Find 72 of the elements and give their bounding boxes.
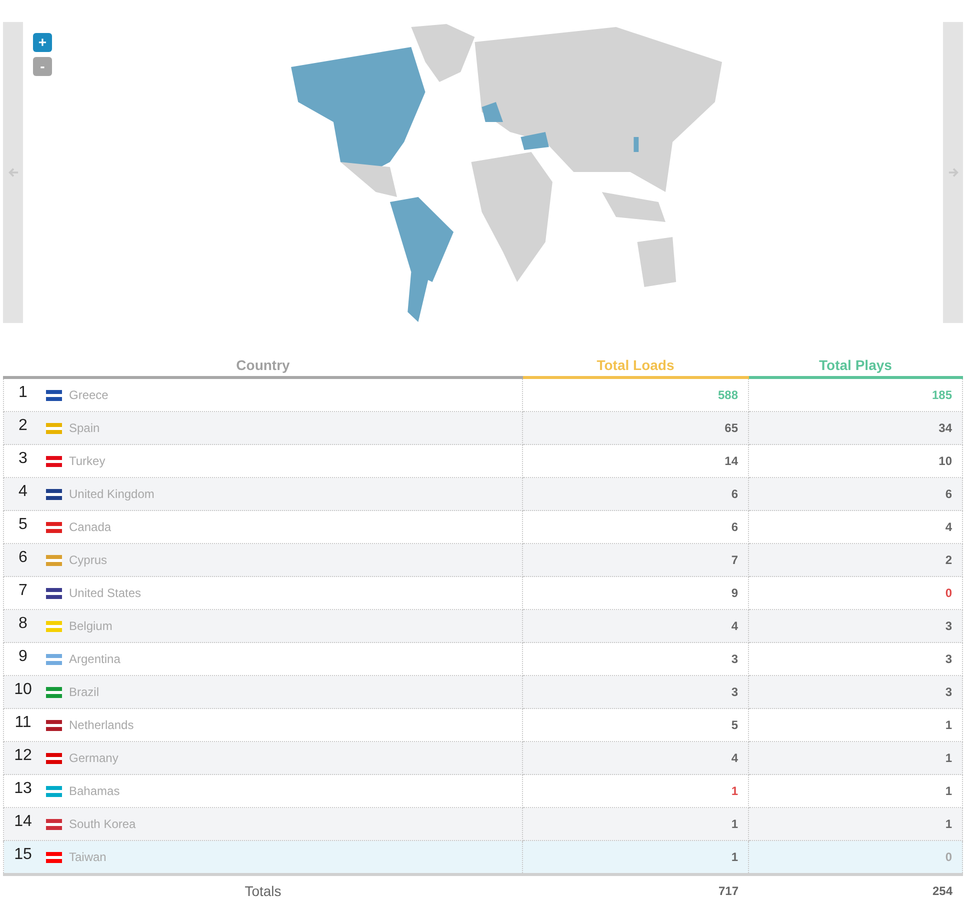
zoom-out-button[interactable]: - bbox=[33, 57, 52, 76]
loads-total: 717 bbox=[718, 884, 738, 898]
rank-number: 7 bbox=[18, 582, 28, 600]
plays-value: 185 bbox=[932, 388, 952, 402]
loads-value: 1 bbox=[731, 850, 738, 864]
plays-value: 6 bbox=[945, 487, 952, 501]
loads-value: 65 bbox=[724, 421, 738, 435]
loads-value: 6 bbox=[731, 487, 738, 501]
rank-number: 8 bbox=[18, 615, 28, 633]
plays-value: 0 bbox=[945, 850, 952, 864]
country-name: South Korea bbox=[69, 817, 136, 831]
country-name: Bahamas bbox=[69, 784, 120, 798]
plays-value: 2 bbox=[945, 553, 952, 567]
rank-number: 14 bbox=[13, 813, 33, 831]
plays-value: 4 bbox=[945, 520, 952, 534]
rank-number: 11 bbox=[14, 714, 32, 732]
column-header[interactable]: Total Loads bbox=[522, 355, 748, 378]
column-header[interactable]: Total Plays bbox=[748, 355, 962, 378]
country-name: Belgium bbox=[69, 619, 112, 633]
country-name: Canada bbox=[69, 520, 112, 534]
rank-number: 12 bbox=[13, 747, 33, 765]
plays-value: 1 bbox=[945, 817, 952, 831]
totals-label: Totals bbox=[244, 883, 282, 899]
left-arrow-icon bbox=[8, 167, 18, 178]
plays-value: 0 bbox=[945, 586, 952, 600]
rank-number: 9 bbox=[18, 648, 28, 666]
plays-value: 3 bbox=[945, 652, 952, 666]
country-name: Argentina bbox=[69, 652, 120, 666]
plays-value: 1 bbox=[945, 751, 952, 765]
country-name: Germany bbox=[69, 751, 118, 765]
plays-value: 1 bbox=[945, 784, 952, 798]
loads-value: 1 bbox=[731, 817, 738, 831]
loads-value: 4 bbox=[731, 619, 738, 633]
scroll-right-button[interactable] bbox=[943, 22, 963, 323]
rank-number: 4 bbox=[18, 483, 28, 501]
plays-value: 10 bbox=[938, 454, 952, 468]
loads-value: 588 bbox=[718, 388, 738, 402]
right-arrow-icon bbox=[948, 167, 958, 178]
rank-number: 3 bbox=[18, 450, 28, 468]
country-name: Spain bbox=[69, 421, 100, 435]
country-name: Cyprus bbox=[69, 553, 108, 567]
country-name: Taiwan bbox=[69, 850, 106, 864]
plays-value: 34 bbox=[938, 421, 952, 435]
loads-value: 9 bbox=[731, 586, 738, 600]
country-name: United States bbox=[69, 586, 142, 600]
rank-number: 6 bbox=[18, 549, 28, 567]
plays-value: 1 bbox=[945, 718, 952, 732]
rank-number: 5 bbox=[18, 516, 28, 534]
rank-number: 15 bbox=[13, 846, 33, 864]
country-name: Turkey bbox=[69, 454, 106, 468]
loads-value: 5 bbox=[731, 718, 738, 732]
zoom-in-button[interactable]: + bbox=[33, 33, 52, 52]
scroll-left-button[interactable] bbox=[3, 22, 23, 323]
rank-number: 2 bbox=[18, 417, 28, 435]
country-name: Brazil bbox=[69, 685, 100, 699]
loads-value: 7 bbox=[731, 553, 738, 567]
rank-number: 13 bbox=[13, 780, 33, 798]
plays-value: 3 bbox=[945, 685, 952, 699]
country-name: Netherlands bbox=[69, 718, 134, 732]
column-header[interactable]: Country bbox=[4, 355, 522, 378]
loads-value: 6 bbox=[731, 520, 738, 534]
country-name: United Kingdom bbox=[69, 487, 154, 501]
plays-value: 3 bbox=[945, 619, 952, 633]
loads-value: 1 bbox=[731, 784, 738, 798]
rank-number: 10 bbox=[13, 681, 33, 699]
country-name: Greece bbox=[69, 388, 108, 402]
loads-value: 4 bbox=[731, 751, 738, 765]
loads-value: 14 bbox=[724, 454, 738, 468]
loads-value: 3 bbox=[731, 685, 738, 699]
loads-value: 3 bbox=[731, 652, 738, 666]
rank-number: 1 bbox=[18, 384, 28, 402]
plays-total: 254 bbox=[932, 884, 952, 898]
